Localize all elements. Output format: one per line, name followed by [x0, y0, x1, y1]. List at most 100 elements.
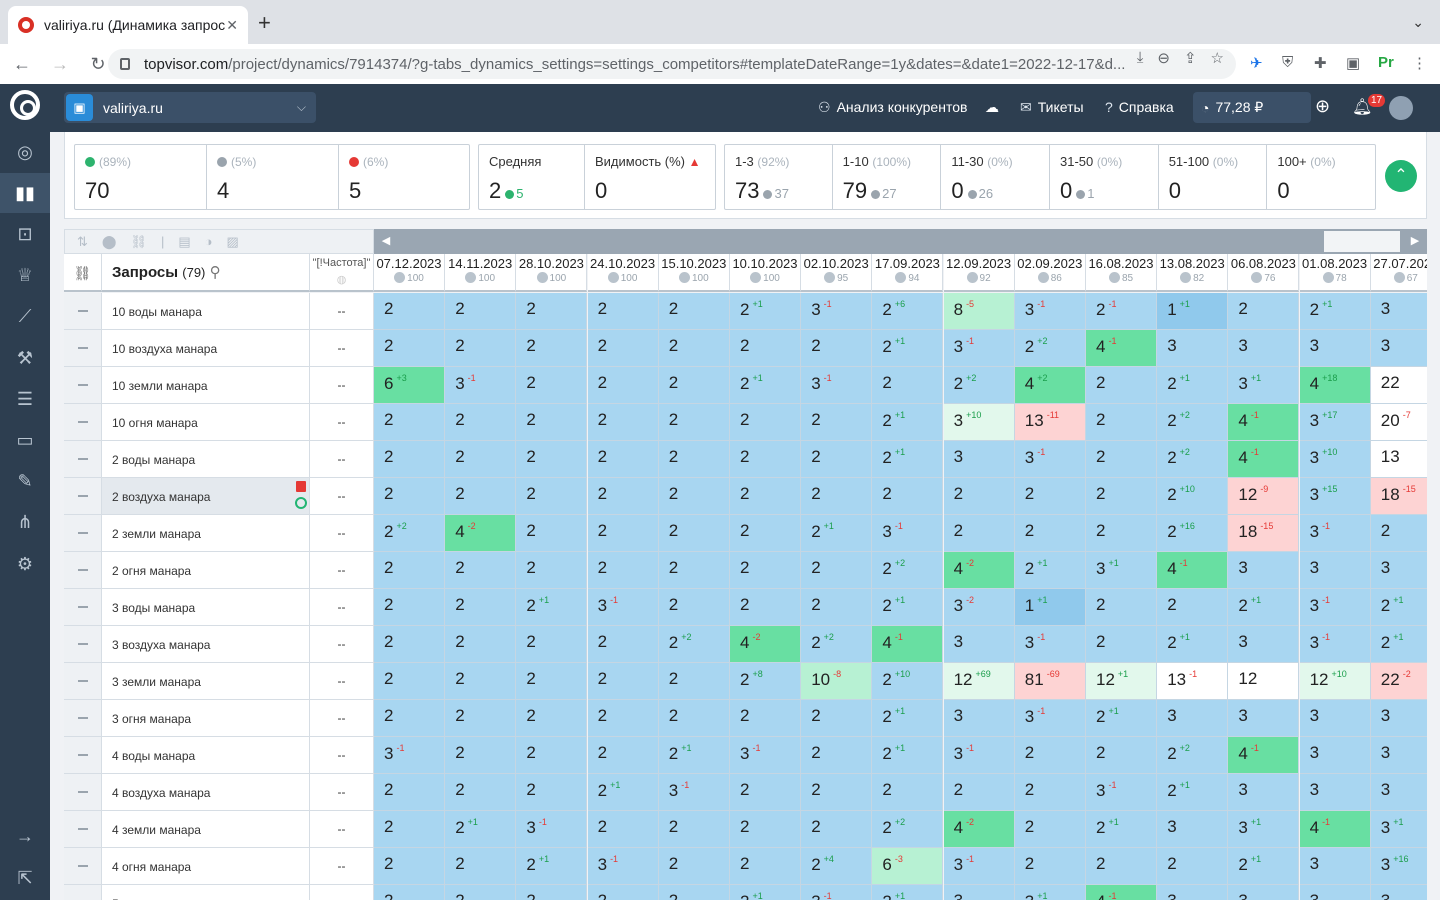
position-cell[interactable]: 2 [445, 774, 517, 811]
position-cell[interactable]: 3-1 [1014, 293, 1086, 330]
position-cell[interactable]: 3 [1228, 626, 1300, 663]
date-header[interactable]: 06.08.2023 76 [1228, 254, 1300, 292]
position-cell[interactable]: 4 +2 [1014, 367, 1086, 404]
position-cell[interactable]: 3 [1157, 811, 1229, 848]
position-cell[interactable]: 2+1 [516, 589, 588, 626]
position-cell[interactable]: 2 [1086, 515, 1157, 552]
position-cell[interactable]: 2 [730, 589, 801, 626]
position-cell[interactable]: 4-1 [1228, 441, 1300, 478]
position-cell[interactable]: 4-1 [1228, 737, 1300, 774]
position-cell[interactable]: 2 [730, 478, 801, 515]
position-cell[interactable]: 2+1 [872, 404, 944, 441]
position-cell[interactable]: 3-1 [801, 367, 873, 404]
position-cell[interactable]: 2+1 [801, 515, 873, 552]
position-cell[interactable]: 2 [1086, 404, 1157, 441]
position-cell[interactable]: 4-1 [1086, 885, 1157, 900]
position-cell[interactable]: 3 [1157, 330, 1229, 367]
position-cell[interactable]: 2 [516, 552, 588, 589]
position-cell[interactable]: 3 [1299, 848, 1371, 885]
position-cell[interactable]: 2 [801, 811, 873, 848]
position-cell[interactable]: 3 +15 [1299, 478, 1371, 515]
position-cell[interactable]: 2+1 [658, 737, 730, 774]
date-header[interactable]: 07.12.2023 100 [374, 254, 445, 292]
position-cell[interactable]: 3-1 [730, 737, 801, 774]
date-header[interactable]: 10.10.2023 100 [730, 254, 801, 292]
position-cell[interactable]: 2+1 [1086, 700, 1157, 737]
date-header[interactable]: 28.10.2023 100 [516, 254, 588, 292]
position-cell[interactable]: 2 [730, 811, 801, 848]
refresh-icon[interactable] [295, 497, 307, 509]
date-header[interactable]: 13.08.2023 82 [1157, 254, 1229, 292]
position-cell[interactable]: 2 [445, 330, 517, 367]
position-cell[interactable]: 2 [445, 737, 517, 774]
position-cell[interactable]: 2 [943, 478, 1015, 515]
query-cell[interactable]: 4 огня манара [102, 848, 310, 885]
position-cell[interactable]: 13 -1 [1157, 663, 1229, 700]
position-cell[interactable]: 3 -2 [943, 589, 1015, 626]
position-cell[interactable]: 2 [801, 478, 873, 515]
position-cell[interactable]: 2 [1014, 478, 1086, 515]
position-cell[interactable]: 2 [374, 293, 445, 330]
position-cell[interactable]: 2+1 [516, 848, 588, 885]
position-cell[interactable]: 2 +2 [872, 552, 944, 589]
position-cell[interactable]: 2 [587, 404, 659, 441]
position-cell[interactable]: 4-1 [872, 626, 944, 663]
position-cell[interactable]: 3-1 [374, 737, 445, 774]
position-cell[interactable]: 3-1 [1299, 626, 1371, 663]
position-cell[interactable]: 2 [374, 774, 445, 811]
position-cell[interactable]: 2 [730, 848, 801, 885]
row-toggle[interactable] [64, 478, 102, 515]
position-cell[interactable]: 2 [730, 774, 801, 811]
position-cell[interactable]: 3 +16 [1370, 848, 1427, 885]
position-cell[interactable]: 4 -2 [943, 811, 1015, 848]
position-cell[interactable]: 2 [587, 293, 659, 330]
position-cell[interactable]: 2 [1086, 626, 1157, 663]
position-cell[interactable]: 12 +10 [1299, 663, 1371, 700]
position-cell[interactable]: 3+1 [1086, 552, 1157, 589]
queries-header[interactable]: Запросы (79) ⚲ [102, 254, 310, 292]
position-cell[interactable]: 2 [872, 478, 944, 515]
position-cell[interactable]: 2 [1157, 848, 1229, 885]
position-cell[interactable]: 2 +2 [1157, 737, 1229, 774]
position-cell[interactable]: 3 [943, 441, 1015, 478]
position-cell[interactable]: 2 [516, 700, 588, 737]
position-cell[interactable]: 2+1 [1299, 293, 1371, 330]
position-cell[interactable]: 2+1 [872, 885, 944, 900]
position-cell[interactable]: 2 [374, 589, 445, 626]
position-cell[interactable]: 22 -2 [1370, 663, 1427, 700]
position-cell[interactable]: 2+1 [1014, 552, 1086, 589]
position-cell[interactable]: 2+1 [730, 293, 801, 330]
position-cell[interactable]: 2 [658, 811, 730, 848]
position-cell[interactable]: 2 [516, 737, 588, 774]
position-cell[interactable]: 2 +6 [872, 293, 944, 330]
position-cell[interactable]: 3-1 [872, 515, 944, 552]
position-cell[interactable]: 2 [374, 700, 445, 737]
position-cell[interactable]: 2 [1014, 811, 1086, 848]
position-cell[interactable]: 2+1 [872, 700, 944, 737]
position-cell[interactable]: 2 [445, 663, 517, 700]
position-cell[interactable]: 2 [1014, 515, 1086, 552]
position-cell[interactable]: 3 [1370, 885, 1427, 900]
position-cell[interactable]: 4-1 [1086, 330, 1157, 367]
position-cell[interactable]: 2 [374, 330, 445, 367]
position-cell[interactable]: 2 [1157, 589, 1229, 626]
position-cell[interactable]: 2 [658, 367, 730, 404]
position-cell[interactable]: 18 -15 [1228, 515, 1300, 552]
row-toggle[interactable] [64, 367, 102, 404]
row-toggle[interactable] [64, 811, 102, 848]
position-cell[interactable]: 2 [445, 700, 517, 737]
date-header[interactable]: 24.10.2023 100 [587, 254, 659, 292]
position-cell[interactable]: 3-1 [1014, 441, 1086, 478]
position-cell[interactable]: 3 [1299, 552, 1371, 589]
position-cell[interactable]: 3 [943, 885, 1015, 900]
position-cell[interactable]: 3 [1228, 885, 1300, 900]
search-icon[interactable]: ⚲ [210, 264, 221, 281]
position-cell[interactable]: 2 [445, 441, 517, 478]
position-cell[interactable]: 6 -3 [872, 848, 944, 885]
position-cell[interactable]: 2 [730, 404, 801, 441]
position-cell[interactable]: 2 [730, 515, 801, 552]
date-header[interactable]: 15.10.2023 100 [658, 254, 730, 292]
position-cell[interactable]: 3-1 [587, 848, 659, 885]
position-cell[interactable]: 2 +10 [872, 663, 944, 700]
position-cell[interactable]: 2 +10 [1157, 478, 1229, 515]
